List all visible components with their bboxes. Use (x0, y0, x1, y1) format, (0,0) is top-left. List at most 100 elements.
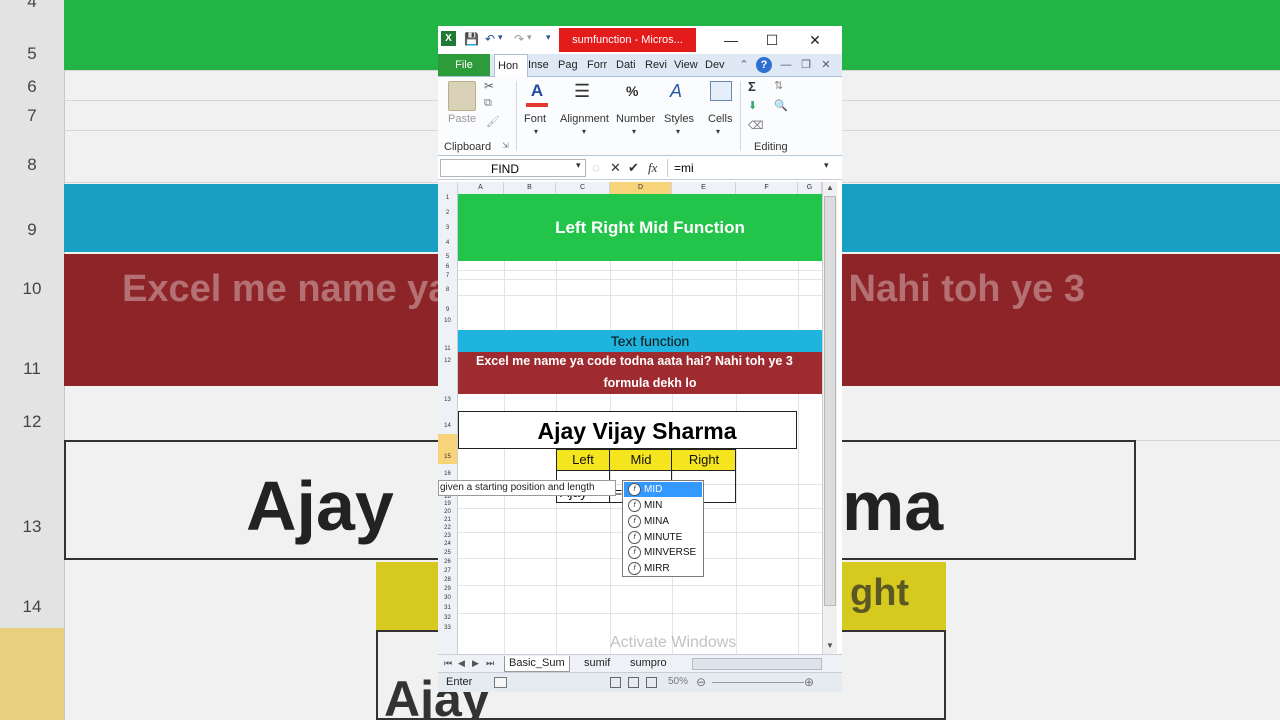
column-header-a[interactable]: A (458, 182, 504, 194)
undo-icon[interactable]: ↶ (485, 32, 495, 46)
save-icon[interactable]: 💾 (464, 32, 479, 46)
autocomplete-item-mirr[interactable]: f MIRR (624, 561, 702, 576)
redo-icon[interactable]: ↷ (514, 32, 524, 46)
row-header-22[interactable]: 22 (438, 524, 458, 532)
clear-icon[interactable]: ⌫ (748, 119, 764, 132)
tab-file[interactable]: File (438, 54, 490, 76)
cancel-icon[interactable]: ✕ (610, 160, 621, 176)
number-label[interactable]: Number (616, 113, 655, 125)
autosum-icon[interactable]: Σ (748, 79, 756, 94)
row-header-32[interactable]: 32 (438, 613, 458, 623)
row-header-19[interactable]: 19 (438, 500, 458, 508)
align-icon[interactable]: ☰ (574, 81, 590, 102)
cells-label[interactable]: Cells (708, 113, 732, 125)
last-sheet-icon[interactable]: ⏭ (482, 656, 498, 671)
row-header-11[interactable]: 11 (438, 338, 458, 354)
customize-toolbar-icon[interactable]: ▾ (546, 32, 551, 43)
cut-icon[interactable]: ✂ (484, 79, 494, 93)
autocomplete-item-min[interactable]: f MIN (624, 498, 702, 513)
sheet-tab-sumpro[interactable]: sumpro (626, 656, 671, 671)
name-box-dropdown-icon[interactable]: ▾ (576, 160, 581, 171)
scroll-down-icon[interactable]: ▼ (824, 640, 836, 652)
row-header-27[interactable]: 27 (438, 567, 458, 576)
autocomplete-item-minverse[interactable]: f MINVERSE (624, 545, 702, 560)
doc-close-icon[interactable]: ✕ (818, 57, 834, 73)
row-header-8[interactable]: 8 (438, 279, 458, 295)
insert-function-icon[interactable]: fx (648, 160, 657, 176)
alignment-dropdown-icon[interactable]: ▾ (582, 127, 586, 136)
doc-minimize-icon[interactable]: — (778, 57, 794, 73)
paste-icon[interactable] (448, 81, 476, 111)
select-all-corner[interactable] (438, 182, 458, 194)
worksheet-grid[interactable]: A B C D E F G 1 2 3 4 5 6 7 8 9 10 11 12… (438, 182, 822, 654)
redo-dropdown-icon[interactable]: ▾ (527, 32, 532, 43)
row-header-31[interactable]: 31 (438, 603, 458, 613)
minimize-button[interactable]: — (720, 30, 742, 50)
styles-icon[interactable]: A (670, 81, 682, 102)
row-header-21[interactable]: 21 (438, 516, 458, 524)
row-header-24[interactable]: 24 (438, 540, 458, 549)
help-icon[interactable]: ? (756, 57, 772, 73)
tab-insert[interactable]: Inse (525, 54, 556, 76)
zoom-in-icon[interactable]: ⊕ (804, 675, 814, 689)
next-sheet-icon[interactable]: ▶ (468, 656, 483, 671)
row-header-30[interactable]: 30 (438, 594, 458, 603)
tab-page-layout[interactable]: Pag (555, 54, 585, 76)
sheet-tab-sumif[interactable]: sumif (580, 656, 614, 671)
clipboard-launcher-icon[interactable]: ⇲ (502, 141, 509, 150)
row-header-1[interactable]: 1 (438, 194, 458, 202)
undo-dropdown-icon[interactable]: ▾ (498, 32, 503, 43)
scroll-up-icon[interactable]: ▲ (824, 182, 836, 194)
column-header-c[interactable]: C (556, 182, 610, 194)
row-header-4[interactable]: 4 (438, 232, 458, 247)
row-header-13[interactable]: 13 (438, 370, 458, 411)
column-header-f[interactable]: F (736, 182, 798, 194)
enter-icon[interactable]: ✔ (628, 160, 639, 176)
page-layout-view-icon[interactable] (628, 677, 639, 688)
maximize-button[interactable]: ☐ (761, 30, 783, 50)
row-header-5[interactable]: 5 (438, 247, 458, 261)
autocomplete-item-minute[interactable]: f MINUTE (624, 530, 702, 545)
close-button[interactable]: ✕ (804, 30, 826, 50)
zoom-level[interactable]: 50% (668, 676, 688, 687)
row-header-10[interactable]: 10 (438, 316, 458, 338)
autocomplete-item-mid[interactable]: f MID (624, 482, 702, 497)
row-header-7[interactable]: 7 (438, 270, 458, 279)
row-header-14[interactable]: 14 (438, 411, 458, 434)
cells-dropdown-icon[interactable]: ▾ (716, 127, 720, 136)
sheet-tab-basic-sum[interactable]: Basic_Sum (504, 656, 570, 672)
zoom-slider[interactable] (712, 682, 804, 683)
cells-icon[interactable] (710, 81, 732, 101)
ribbon-minimize-icon[interactable]: ⌃ (736, 57, 752, 73)
tab-formulas[interactable]: Forr (584, 54, 614, 76)
row-header-20[interactable]: 20 (438, 508, 458, 516)
normal-view-icon[interactable] (610, 677, 621, 688)
autocomplete-item-mina[interactable]: f MINA (624, 514, 702, 529)
row-header-26[interactable]: 26 (438, 558, 458, 567)
fill-icon[interactable]: ⬇ (748, 99, 757, 112)
row-header-2[interactable]: 2 (438, 202, 458, 217)
formula-bar-handle-icon[interactable]: ◌ (592, 160, 600, 175)
percent-icon[interactable]: % (626, 83, 638, 99)
sort-filter-icon[interactable]: ⇅ (774, 79, 783, 92)
row-header-9[interactable]: 9 (438, 295, 458, 316)
row-header-25[interactable]: 25 (438, 549, 458, 558)
horizontal-scrollbar[interactable] (692, 658, 822, 670)
styles-dropdown-icon[interactable]: ▾ (676, 127, 680, 136)
column-header-b[interactable]: B (504, 182, 556, 194)
row-header-6[interactable]: 6 (438, 261, 458, 270)
font-color-icon[interactable]: A (526, 81, 548, 107)
formula-input[interactable]: =mi (667, 159, 832, 177)
row-header-29[interactable]: 29 (438, 585, 458, 594)
format-painter-icon[interactable]: 🖌 (486, 115, 500, 128)
tab-data[interactable]: Dati (613, 54, 643, 76)
column-header-g[interactable]: G (798, 182, 822, 194)
tab-review[interactable]: Revi (642, 54, 672, 76)
prev-sheet-icon[interactable]: ◀ (454, 656, 469, 671)
vertical-scrollbar[interactable]: ▲ ▼ (822, 182, 837, 654)
tab-developer[interactable]: Dev (702, 54, 734, 76)
doc-restore-icon[interactable]: ❐ (798, 57, 814, 73)
find-select-icon[interactable]: 🔍 (774, 99, 788, 112)
row-header-23[interactable]: 23 (438, 532, 458, 540)
paste-label[interactable]: Paste (448, 113, 476, 125)
